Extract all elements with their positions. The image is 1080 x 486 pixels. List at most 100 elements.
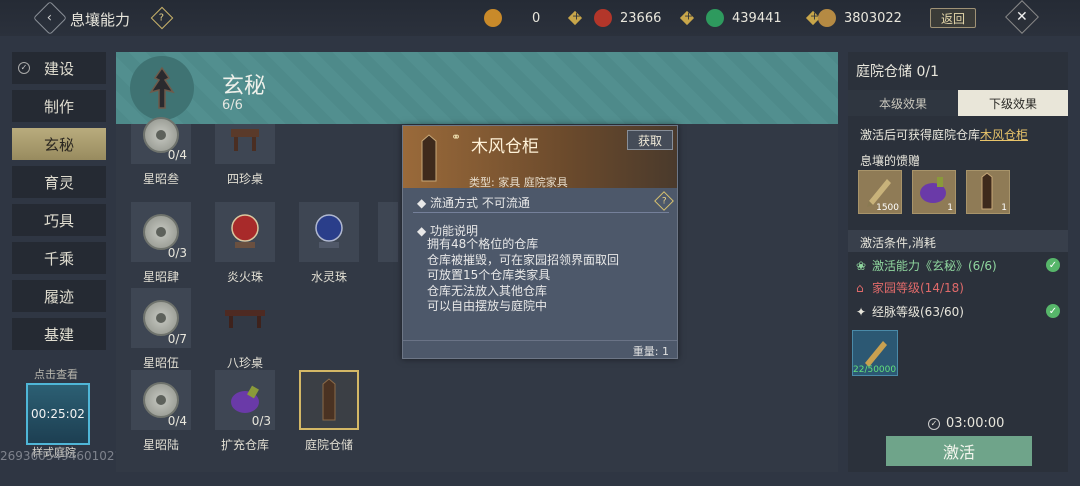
sidebar-item-vehicles[interactable]: 千乘 [12,242,106,274]
top-bar: ‹ 息壤能力 ? 0 23666 439441 3803022 返回 ✕ [0,0,1080,36]
divider [413,212,669,213]
item-slot [215,202,275,262]
item-courtyard-storage[interactable]: 庭院仓储 [292,370,366,453]
close-icon: ✕ [1016,8,1028,25]
table-icon [231,129,259,151]
sidebar-item-infrastructure[interactable]: 基建 [12,318,106,350]
star-disc-icon [143,214,179,250]
effect-tabs: 本级效果 下级效果 [848,90,1068,116]
item-slot: 0/7 [131,288,191,348]
item-slot [215,288,275,348]
circulation-help-button[interactable]: ? [654,191,674,211]
tooltip-footer: 重量: 1 [403,340,677,358]
unlock-description: 激活后可获得庭院仓库木风仓柜 [860,128,1029,142]
item-slot: 0/3 [131,202,191,262]
help-icon: ? [661,196,667,206]
item-eight-treasure-table[interactable]: 八珍桌 [208,288,282,371]
timer-text: 00:25:02 [31,407,85,421]
item-slot-selected [299,370,359,430]
category-title: 玄秘 [222,74,267,99]
item-xingzhao-4[interactable]: 0/3 星昭肆 [124,202,198,285]
check-icon: ✓ [18,62,30,74]
cabinet-icon [409,132,449,184]
item-tooltip: ⚭ 木风仓柜 获取 类型: 家具 庭院家具 ◆ 流通方式 不可流通 ? ◆ 功能… [402,125,678,359]
currency-value: 439441 [732,10,782,26]
currency-gourd: 0 [484,7,583,29]
page-title: 息壤能力 [70,11,131,29]
get-button[interactable]: 获取 [627,130,673,150]
gourd-icon [484,9,502,27]
item-slot [215,124,275,164]
item-slot [299,202,359,262]
item-xingzhao-6[interactable]: 0/4 星昭陆 [124,370,198,453]
item-water-orb[interactable]: 水灵珠 [292,202,366,285]
sidebar-item-craft[interactable]: 制作 [12,90,106,122]
purple-gourd-icon [231,385,259,413]
checkmark-icon: ✓ [1046,304,1060,318]
help-button[interactable]: ? [150,6,174,30]
category-banner: 玄秘 6/6 [116,52,838,124]
item-xingzhao-5[interactable]: 0/7 星昭伍 [124,288,198,371]
back-button[interactable]: ‹ [33,1,67,35]
tab-next-effect[interactable]: 下级效果 [958,90,1068,116]
jade-icon [706,9,724,27]
ability-icon: ❀ [856,259,867,273]
tab-current-effect[interactable]: 本级效果 [848,90,958,116]
sidebar-item-mystic[interactable]: 玄秘 [12,128,106,160]
clock-icon: ✓ [928,417,940,430]
currency-value: 3803022 [844,10,902,26]
detail-panel: 庭院仓储 0/1 本级效果 下级效果 激活后可获得庭院仓库木风仓柜 息壤的馈赠 … [848,52,1068,472]
currency-jade: 439441 [706,7,821,29]
water-orb-icon [315,214,343,248]
reward-slot[interactable]: 1 [912,170,956,214]
reward-slot[interactable]: 1 [966,170,1010,214]
condition-ability: ❀ 激活能力《玄秘》(6/6) ✓ [856,254,1060,276]
link-icon: ⚭ [451,130,462,144]
feather-icon [818,9,836,27]
tooltip-item-type: 类型: 家具 庭院家具 [469,176,568,189]
sidebar: ✓ 建设 制作 玄秘 育灵 巧具 千乘 履迹 基建 [12,52,106,356]
red-orb-icon [594,9,612,27]
item-slot: 0/3 [215,370,275,430]
item-slot: 0/4 [131,117,191,164]
sidebar-item-build[interactable]: ✓ 建设 [12,52,106,84]
meridian-icon: ✦ [856,305,867,319]
condition-meridian-level: ✦ 经脉等级(63/60) ✓ [856,300,1060,322]
star-disc-icon [143,382,179,418]
detail-title: 庭院仓储 0/1 [856,64,939,80]
return-button[interactable]: 返回 [930,8,976,28]
add-currency-button[interactable] [567,10,583,26]
sidebar-item-footprints[interactable]: 履迹 [12,280,106,312]
activate-button[interactable]: 激活 [886,436,1032,466]
fire-orb-icon [231,214,259,248]
item-hidden-partial [378,202,398,262]
sidebar-item-tools[interactable]: 巧具 [12,204,106,236]
add-currency-button[interactable] [679,10,695,26]
home-icon: ⌂ [856,281,864,295]
currency-feather: 3803022 [818,7,902,29]
back-icon: ‹ [47,10,53,26]
item-slot [378,202,398,262]
item-fire-orb[interactable]: 炎火珠 [208,202,282,285]
activation-timer: ✓ 03:00:00 [928,416,1004,431]
description-text: 拥有48个格位的仓库 仓库被摧毁，可在家园招领界面取回 可放置15个仓库类家具 … [427,237,620,313]
conditions-header: 激活条件,消耗 [848,230,1068,252]
item-xingzhao-3[interactable]: 0/4 星昭叁 [124,117,198,187]
cabinet-icon [322,378,336,421]
table-icon [225,310,265,328]
tooltip-header: ⚭ 木风仓柜 获取 类型: 家具 庭院家具 [403,126,677,189]
tooltip-item-name: 木风仓柜 [471,137,539,157]
close-button[interactable]: ✕ [1005,0,1039,34]
unlock-item-link[interactable]: 木风仓柜 [980,128,1028,142]
currency-red-orb: 23666 [594,7,695,29]
sidebar-item-nurture[interactable]: 育灵 [12,166,106,198]
category-progress: 6/6 [222,98,243,113]
condition-home-level: ⌂ 家园等级(14/18) [856,280,964,296]
circulation-row: ◆ 流通方式 不可流通 [417,196,530,210]
rewards-label: 息壤的馈赠 [860,154,921,168]
courtyard-style-button[interactable]: 00:25:02 [26,383,90,445]
item-expand-storage[interactable]: 0/3 扩充仓库 [208,370,282,453]
reward-slot[interactable]: 1500 [858,170,902,214]
cost-item-slot[interactable]: 22/50000 [852,330,898,376]
item-four-treasure-table[interactable]: 四珍桌 [208,124,282,187]
